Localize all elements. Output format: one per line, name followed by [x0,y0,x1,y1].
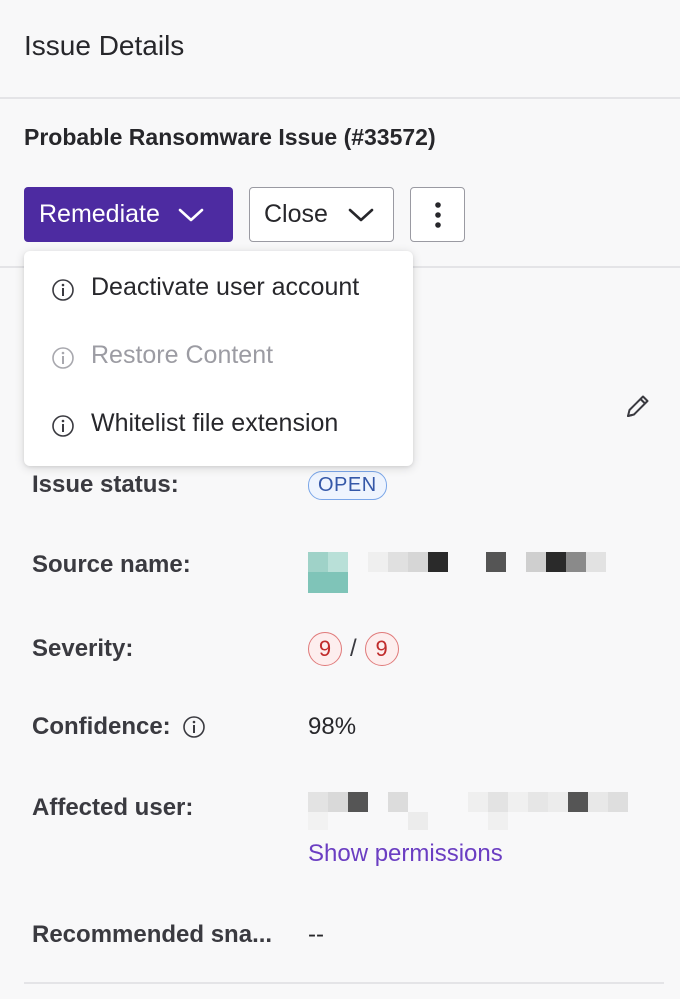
menu-item-label: Deactivate user account [91,273,360,301]
menu-item-label: Whitelist file extension [91,409,339,437]
issue-details-panel: Issue Details Probable Ransomware Issue … [0,0,680,999]
source-name-label: Source name: [32,551,191,578]
remediate-button-label: Remediate [39,200,160,228]
severity-max-badge: 9 [364,632,399,666]
confidence-label-group: Confidence: [32,709,308,745]
info-icon [52,415,74,437]
more-actions-button[interactable] [410,187,465,242]
severity-separator: / [350,635,357,662]
source-name-value [308,552,608,593]
close-button[interactable]: Close [249,187,394,242]
panel-title: Issue Details [24,29,185,61]
show-permissions-link[interactable]: Show permissions [308,840,503,868]
recommended-snapshot-row: Recommended sna... -- [32,917,324,953]
recommended-snapshot-value: -- [308,921,324,948]
affected-user-value: Show permissions [308,790,628,868]
source-name-row: Source name: [32,551,608,593]
bottom-divider [24,982,664,984]
menu-item-restore-content: Restore Content [24,341,413,409]
info-icon [52,347,74,369]
recommended-snapshot-label: Recommended sna... [32,921,273,948]
action-bar: Remediate Close [24,187,465,242]
severity-row: Severity: 9 / 9 [32,631,399,667]
confidence-label: Confidence: [32,713,171,740]
confidence-row: Confidence: 98% [32,709,356,745]
menu-item-whitelist-file-extension[interactable]: Whitelist file extension [24,409,413,477]
confidence-value: 98% [308,713,357,740]
redacted-user-name [308,792,628,830]
info-icon [52,279,74,301]
pencil-edit-icon[interactable] [622,390,654,422]
severity-badge: 9 [308,632,342,666]
severity-label: Severity: [32,635,134,662]
menu-item-label: Restore Content [91,341,274,369]
info-icon[interactable] [182,715,206,739]
remediate-button[interactable]: Remediate [24,187,233,242]
chevron-down-icon [348,208,374,221]
issue-title: Probable Ransomware Issue (#33572) [24,124,436,150]
severity-value: 9 / 9 [308,631,399,667]
remediate-dropdown-menu: Deactivate user account Restore Content … [24,251,413,466]
redacted-source-name [308,552,606,593]
close-button-label: Close [264,200,328,228]
chevron-down-icon [178,208,204,221]
menu-item-deactivate-user-account[interactable]: Deactivate user account [24,273,413,341]
kebab-vertical-icon [434,201,441,228]
affected-user-label: Affected user: [32,794,194,821]
panel-header: Issue Details [0,0,680,99]
affected-user-row: Affected user: Show permissions [32,790,628,867]
